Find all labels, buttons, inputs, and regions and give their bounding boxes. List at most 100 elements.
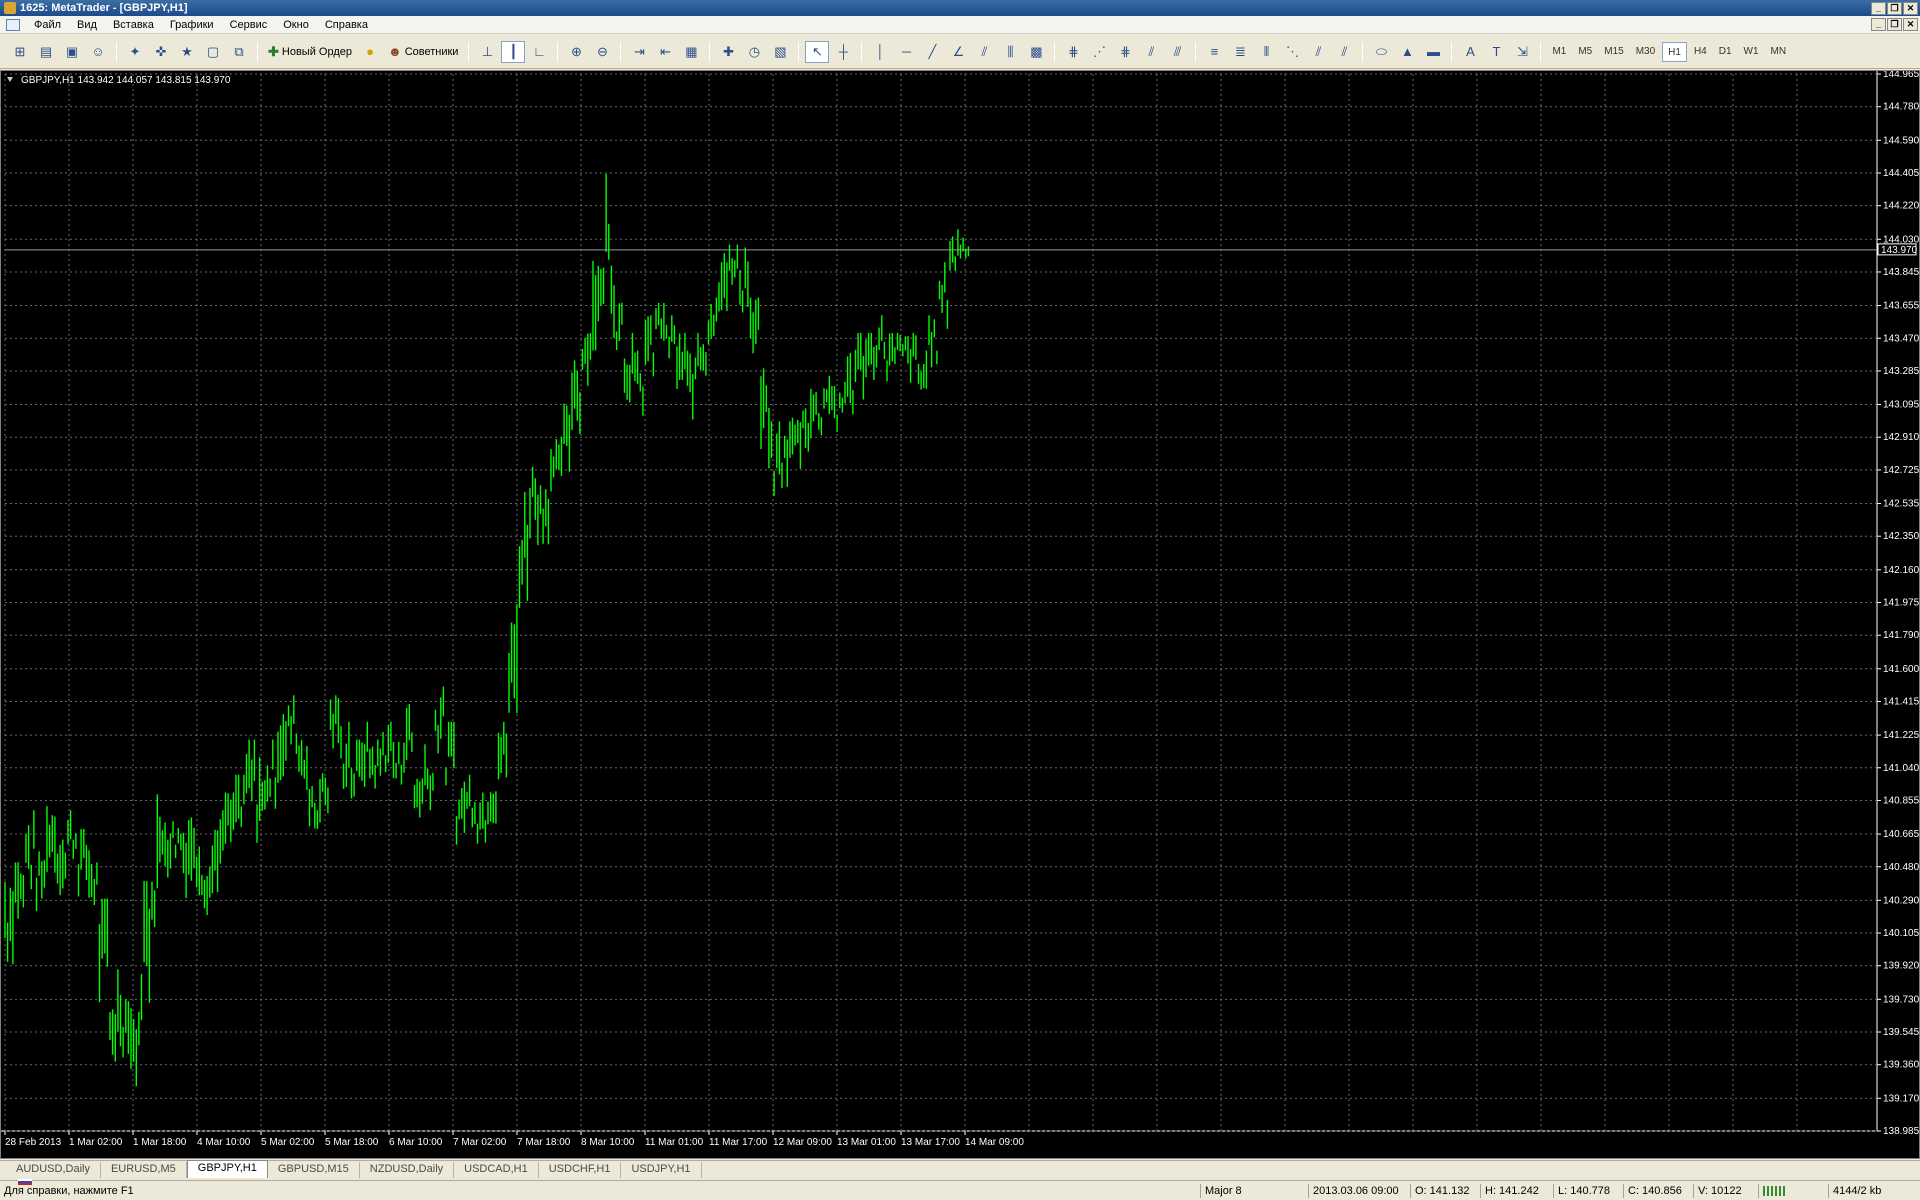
status-high: H: 141.242	[1480, 1184, 1543, 1198]
tab-gbpusd-m15[interactable]: GBPUSD,M15	[268, 1162, 360, 1178]
terminal-icon[interactable]: ▢	[201, 41, 225, 63]
menu-insert[interactable]: Вставка	[105, 19, 162, 31]
new-chart-icon[interactable]: ⊞	[8, 41, 32, 63]
timeframe-mn[interactable]: MN	[1766, 42, 1792, 62]
candlestick-icon[interactable]: ┃	[501, 40, 526, 63]
price-tick-label: 142.910	[1883, 432, 1919, 443]
text-label-icon[interactable]: T	[1484, 41, 1508, 63]
status-bar: Для справки, нажмите F1 Major 8 2013.03.…	[0, 1179, 1920, 1200]
menu-file[interactable]: Файл	[26, 19, 69, 31]
data-window-icon[interactable]: ☺	[86, 41, 110, 63]
timeframe-h1[interactable]: H1	[1662, 41, 1687, 62]
price-bars	[4, 173, 970, 1087]
auto-scroll-icon[interactable]: ⇥	[627, 41, 651, 63]
line-chart-icon[interactable]: ∟	[527, 41, 551, 63]
vertical-line-icon[interactable]: │	[868, 41, 892, 63]
indicators-icon[interactable]: ▦	[679, 41, 703, 63]
triangle-icon[interactable]: ▲	[1395, 41, 1419, 63]
profiles-icon[interactable]: ▤	[34, 41, 58, 63]
menu-tools[interactable]: Сервис	[222, 19, 276, 31]
fibo-channel-icon[interactable]: ⫽	[1139, 41, 1163, 63]
tab-audusd-daily[interactable]: AUDUSD,Daily	[6, 1162, 101, 1178]
toolbar-separator	[468, 41, 470, 62]
warning-icon[interactable]: ●	[358, 41, 382, 63]
time-tick-label: 8 Mar 10:00	[581, 1137, 635, 1148]
tester-icon[interactable]: ⧉	[227, 41, 251, 63]
chart-grid	[1, 71, 1878, 1132]
timeframe-m30[interactable]: M30	[1631, 42, 1660, 62]
child-minimize-button[interactable]: _	[1871, 18, 1886, 31]
toolbar-separator	[257, 41, 258, 62]
rectangle-icon[interactable]: ▬	[1421, 41, 1445, 63]
favorites-icon[interactable]: ★	[175, 41, 199, 63]
timeframe-d1[interactable]: D1	[1714, 42, 1737, 62]
menu-view[interactable]: Вид	[69, 19, 105, 31]
crosshair-move-icon[interactable]: ✜	[149, 41, 173, 63]
periods-icon[interactable]: ◷	[742, 41, 766, 63]
fibo-arcs-icon[interactable]: ⫽	[1306, 41, 1330, 63]
chart-header-arrow-icon[interactable]	[7, 77, 13, 82]
angle-trendline-icon[interactable]: ∠	[946, 41, 970, 63]
arrows-icon[interactable]: ⇲	[1510, 41, 1534, 63]
horizontal-line-icon[interactable]: ─	[894, 41, 918, 63]
equidistant-channel-icon[interactable]: ⫼	[998, 41, 1022, 63]
add-indicator-icon[interactable]: ✚	[716, 41, 740, 63]
status-profile[interactable]: Major 8	[1200, 1184, 1246, 1198]
chart-window-icon[interactable]	[6, 18, 20, 31]
chart-window[interactable]: 144.965 144.780 144.590 144.405 144.220 144.0…	[0, 70, 1920, 1159]
fibo-expansion-icon[interactable]: ≣	[1228, 41, 1252, 63]
tab-usdjpy-h1[interactable]: USDJPY,H1	[621, 1162, 702, 1178]
andrews-pitchfork-icon[interactable]: ⫻	[1165, 41, 1189, 63]
regression-channel-icon[interactable]: ⫽	[972, 41, 996, 63]
price-tick-label: 142.160	[1883, 565, 1919, 576]
price-chart[interactable]: 144.965144.780144.590144.405144.220144.0…	[1, 71, 1919, 1158]
menu-window[interactable]: Окно	[275, 19, 317, 31]
grid-tool-icon[interactable]: ▩	[1024, 41, 1048, 63]
cycle-lines-icon[interactable]: ⫽	[1332, 41, 1356, 63]
menu-help[interactable]: Справка	[317, 19, 376, 31]
templates-icon[interactable]: ▧	[768, 41, 792, 63]
child-close-button[interactable]: ✕	[1903, 18, 1918, 31]
experts-button[interactable]: ☻ Советники	[384, 41, 462, 63]
price-tick-label: 140.665	[1883, 829, 1919, 840]
menu-bar: Файл Вид Вставка Графики Сервис Окно Спр…	[0, 16, 1920, 34]
new-order-button[interactable]: ✚ Новый Ордер	[264, 41, 356, 63]
child-restore-button[interactable]: ❐	[1887, 18, 1902, 31]
timeframe-m5[interactable]: M5	[1573, 42, 1597, 62]
ellipse-icon[interactable]: ⬭	[1369, 41, 1393, 63]
gann-line-icon[interactable]: ⋕	[1061, 41, 1085, 63]
cursor-icon[interactable]: ↖	[805, 40, 830, 63]
market-watch-icon[interactable]: ▣	[60, 41, 84, 63]
fibo-time-zones-icon[interactable]: ⦀	[1254, 41, 1278, 63]
bar-chart-icon[interactable]: ⊥	[475, 41, 499, 63]
timeframe-m15[interactable]: M15	[1599, 42, 1628, 62]
gann-grid-icon[interactable]: ⋕	[1113, 41, 1137, 63]
menu-charts[interactable]: Графики	[162, 19, 222, 31]
price-tick-label: 140.480	[1883, 862, 1919, 873]
fibo-retracement-icon[interactable]: ≡	[1202, 41, 1226, 63]
tab-usdcad-h1[interactable]: USDCAD,H1	[454, 1162, 539, 1178]
minimize-button[interactable]: _	[1871, 1, 1886, 15]
gann-fan-icon[interactable]: ⋰	[1087, 41, 1111, 63]
restore-button[interactable]: ❐	[1887, 1, 1902, 15]
fibo-fan-icon[interactable]: ⋱	[1280, 41, 1304, 63]
close-button[interactable]: ✕	[1903, 1, 1918, 15]
zoom-in-icon[interactable]: ⊕	[564, 41, 588, 63]
timeframe-h4[interactable]: H4	[1689, 42, 1712, 62]
toolbar: ⊞ ▤ ▣ ☺ ✦ ✜ ★ ▢ ⧉ ✚ Новый Ордер ● ☻ Сове…	[0, 35, 1920, 69]
timeframe-w1[interactable]: W1	[1739, 42, 1764, 62]
tab-eurusd-m5[interactable]: EURUSD,M5	[101, 1162, 187, 1178]
chart-shift-icon[interactable]: ⇤	[653, 41, 677, 63]
zoom-out-icon[interactable]: ⊖	[590, 41, 614, 63]
trendline-icon[interactable]: ╱	[920, 41, 944, 63]
tab-gbpjpy-h1[interactable]: GBPJPY,H1	[186, 1160, 268, 1178]
price-tick-label: 140.105	[1883, 928, 1919, 939]
tab-nzdusd-daily[interactable]: NZDUSD,Daily	[360, 1162, 455, 1178]
crosshair-icon[interactable]: ┼	[831, 41, 855, 63]
time-tick-label: 13 Mar 17:00	[901, 1137, 960, 1148]
text-icon[interactable]: A	[1458, 41, 1482, 63]
navigator-icon[interactable]: ✦	[123, 41, 147, 63]
timeframe-m1[interactable]: M1	[1547, 42, 1571, 62]
tab-usdchf-h1[interactable]: USDCHF,H1	[539, 1162, 622, 1178]
toolbar-separator	[557, 41, 559, 62]
